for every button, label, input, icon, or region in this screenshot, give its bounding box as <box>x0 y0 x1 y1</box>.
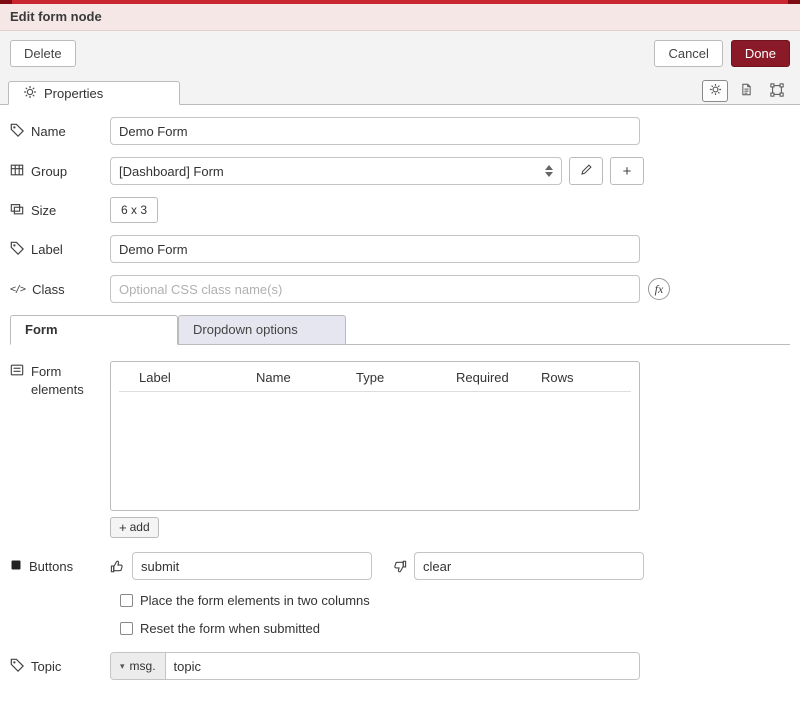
pencil-icon <box>580 163 593 180</box>
subtab-form[interactable]: Form <box>10 315 178 345</box>
caret-down-icon: ▾ <box>120 661 125 672</box>
add-group-button[interactable]: + <box>610 157 644 185</box>
column-header: Required <box>456 370 541 385</box>
description-toggle-button[interactable] <box>733 80 759 102</box>
document-icon <box>740 83 753 99</box>
dialog-title: Edit form node <box>0 4 800 31</box>
edit-form-node-dialog: Edit form node Delete Cancel Done Proper… <box>0 0 800 680</box>
name-row: Name <box>10 117 790 145</box>
select-arrows-icon <box>545 165 553 177</box>
topic-row: Topic ▾ msg. <box>10 652 790 680</box>
label-label: Label <box>10 241 110 258</box>
form-elements-label: Form elements <box>10 361 110 398</box>
class-row: </> Class fx <box>10 275 790 303</box>
thumbs-up-icon <box>110 559 132 574</box>
form-elements-editor: Label Name Type Required Rows + add <box>110 361 640 538</box>
buttons-row: Buttons <box>10 552 790 580</box>
name-input[interactable] <box>110 117 640 145</box>
done-button[interactable]: Done <box>731 40 790 67</box>
topic-type-select[interactable]: ▾ msg. <box>111 653 166 679</box>
label-row: Label <box>10 235 790 263</box>
form-elements-row: Form elements Label Name Type Required R… <box>10 361 790 538</box>
gear-icon <box>709 83 722 99</box>
reset-form-option: Reset the form when submitted <box>120 621 790 636</box>
subtab-dropdown-options[interactable]: Dropdown options <box>178 315 346 345</box>
editor-tab-bar: Properties <box>0 75 800 105</box>
tab-properties-label: Properties <box>44 86 103 101</box>
object-size-icon <box>10 202 24 219</box>
delete-button[interactable]: Delete <box>10 40 76 67</box>
two-columns-option: Place the form elements in two columns <box>120 593 790 608</box>
form-icon <box>10 363 24 382</box>
object-group-icon <box>770 83 784 100</box>
table-icon <box>10 163 24 180</box>
size-button[interactable]: 6 x 3 <box>110 197 158 223</box>
properties-toggle-button[interactable] <box>702 80 728 102</box>
code-icon: </> <box>10 284 25 295</box>
topic-input-group: ▾ msg. <box>110 652 640 680</box>
tag-icon <box>10 658 24 675</box>
tag-icon <box>10 123 24 140</box>
column-header: Rows <box>541 370 631 385</box>
reset-form-checkbox[interactable] <box>120 622 133 635</box>
column-header: Label <box>139 370 256 385</box>
cancel-button[interactable]: Cancel <box>654 40 722 67</box>
thumbs-down-icon <box>392 559 414 574</box>
group-select[interactable]: [Dashboard] Form <box>110 157 562 185</box>
appearance-toggle-button[interactable] <box>764 80 790 102</box>
reset-form-checkbox-label: Reset the form when submitted <box>140 621 320 636</box>
dialog-button-bar: Delete Cancel Done <box>0 31 800 75</box>
properties-form: Name Group [Dashboard] Form <box>0 105 800 680</box>
size-row: Size 6 x 3 <box>10 197 790 223</box>
size-label: Size <box>10 202 110 219</box>
tag-icon <box>10 241 24 258</box>
form-elements-list[interactable]: Label Name Type Required Rows <box>110 361 640 511</box>
class-input[interactable] <box>110 275 640 303</box>
buttons-label: Buttons <box>10 559 110 574</box>
label-input[interactable] <box>110 235 640 263</box>
gear-icon <box>23 85 37 102</box>
group-row: Group [Dashboard] Form + <box>10 157 790 185</box>
add-element-button[interactable]: + add <box>110 517 159 538</box>
fx-button[interactable]: fx <box>648 278 670 300</box>
tab-properties[interactable]: Properties <box>8 81 180 105</box>
group-label: Group <box>10 163 110 180</box>
form-elements-header: Label Name Type Required Rows <box>119 362 631 392</box>
square-icon <box>10 559 22 574</box>
two-columns-checkbox[interactable] <box>120 594 133 607</box>
form-subtab-bar: Form Dropdown options <box>10 315 790 345</box>
edit-group-button[interactable] <box>569 157 603 185</box>
topic-type-label: msg. <box>130 659 156 673</box>
two-columns-checkbox-label: Place the form elements in two columns <box>140 593 370 608</box>
plus-icon: + <box>623 163 632 180</box>
class-label: </> Class <box>10 282 110 297</box>
plus-icon: + <box>119 521 127 534</box>
column-header: Type <box>356 370 456 385</box>
name-label: Name <box>10 123 110 140</box>
column-header: Name <box>256 370 356 385</box>
submit-button-label-input[interactable] <box>132 552 372 580</box>
clear-button-label-input[interactable] <box>414 552 644 580</box>
topic-input[interactable] <box>166 653 639 679</box>
topic-label: Topic <box>10 658 110 675</box>
tab-toggle-group <box>702 80 790 102</box>
group-select-value: [Dashboard] Form <box>119 164 545 179</box>
